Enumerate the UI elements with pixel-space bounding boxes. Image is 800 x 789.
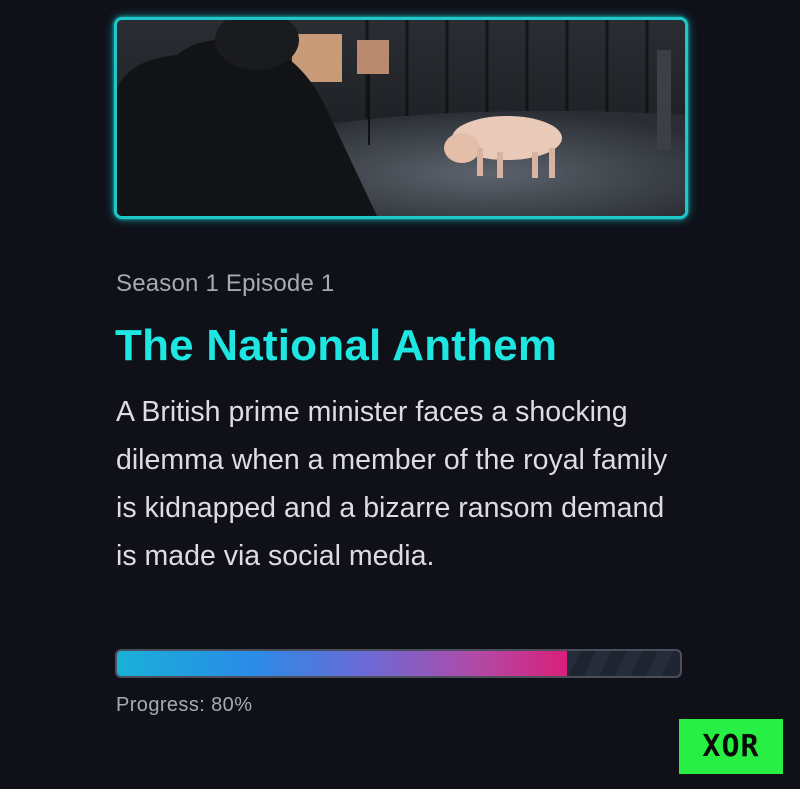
progress-label: Progress: 80% [116, 694, 253, 716]
episode-title: The National Anthem [115, 321, 558, 370]
progress-bar-fill [117, 651, 568, 676]
progress-bar [115, 649, 682, 678]
xor-logo-badge: XOR [679, 719, 783, 774]
episode-still-image [117, 20, 685, 216]
episode-thumbnail[interactable] [114, 17, 688, 219]
episode-description: A British prime minister faces a shockin… [116, 396, 668, 572]
episode-number-label: Season 1 Episode 1 [116, 270, 335, 297]
